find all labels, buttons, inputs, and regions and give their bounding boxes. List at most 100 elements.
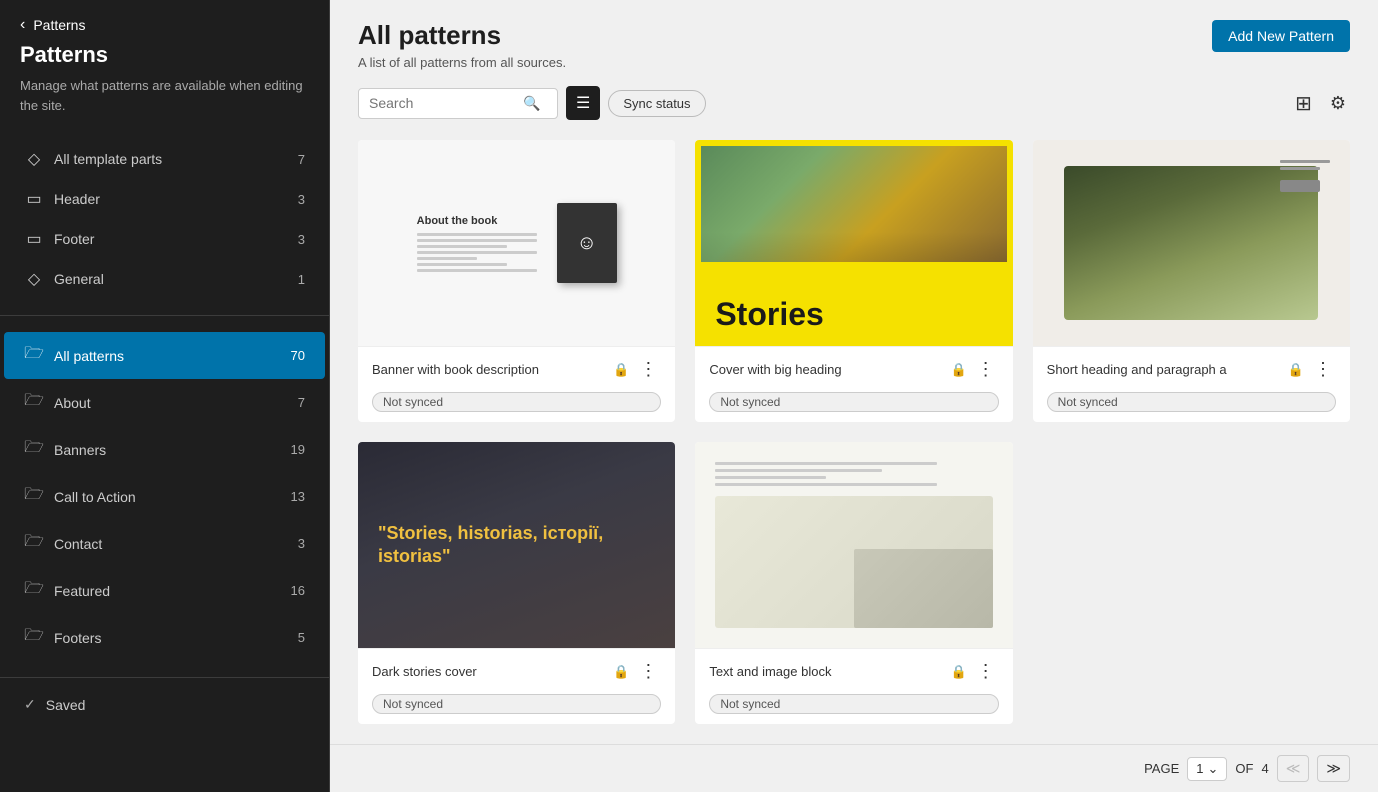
sync-status-badge: Not synced	[372, 694, 661, 714]
page-title: All patterns	[358, 20, 566, 51]
filter-icon: ☰	[576, 95, 590, 112]
preview-inner: About the book ☺	[358, 140, 675, 346]
sidebar-item-featured[interactable]: 🗁 Featured 16	[4, 567, 325, 614]
nav-count: 1	[298, 272, 305, 287]
nav-count: 3	[298, 232, 305, 247]
more-options-button[interactable]: ⋮	[1310, 357, 1336, 382]
dark-stories-preview: "Stories, historias, історії, istorias"	[358, 442, 675, 648]
nav-label: All patterns	[54, 348, 291, 364]
nav-label: Footers	[54, 630, 298, 646]
last-page-button[interactable]: ≫	[1317, 755, 1350, 782]
about-title: About the book	[417, 215, 537, 227]
pattern-footer: Short heading and paragraph a 🔒 ⋮	[1033, 346, 1350, 392]
sidebar-item-about[interactable]: 🗁 About 7	[4, 379, 325, 426]
add-pattern-button[interactable]: Add New Pattern	[1212, 20, 1350, 52]
nav-label: Footer	[54, 231, 298, 247]
page-subtitle: A list of all patterns from all sources.	[358, 55, 566, 70]
pattern-preview: About the book ☺	[358, 140, 675, 346]
grid-view-button[interactable]: ⊞	[1291, 87, 1316, 120]
pattern-name: Text and image block	[709, 664, 944, 679]
line	[1280, 160, 1330, 163]
chevron-down-icon: ⌄	[1207, 761, 1218, 777]
sidebar-item-footer[interactable]: ▭ Footer 3	[4, 219, 325, 259]
folder-icon: 🗁	[24, 436, 44, 463]
pattern-footer: Cover with big heading 🔒 ⋮	[695, 346, 1012, 392]
folder-icon: 🗁	[24, 624, 44, 651]
page-select[interactable]: 1 ⌄	[1187, 757, 1227, 781]
folder-icon: 🗁	[24, 577, 44, 604]
pattern-card: Text and image block 🔒 ⋮ Not synced	[695, 442, 1012, 724]
mini-lines	[715, 462, 992, 486]
preview-book: About the book ☺	[397, 183, 637, 303]
lock-icon: 🔒	[613, 362, 629, 378]
divider	[0, 677, 329, 678]
pattern-name: Short heading and paragraph a	[1047, 362, 1282, 377]
preview-lines	[417, 233, 537, 272]
nav-label: Header	[54, 191, 298, 207]
nav-count: 7	[298, 395, 305, 410]
more-options-button[interactable]: ⋮	[973, 659, 999, 684]
sidebar-item-contact[interactable]: 🗁 Contact 3	[4, 520, 325, 567]
patterns-nav: 🗁 All patterns 70 🗁 About 7 🗁 Banners 19…	[0, 324, 329, 669]
sync-status-badge: Not synced	[372, 392, 661, 412]
nav-count: 5	[298, 630, 305, 645]
lock-icon: 🔒	[613, 664, 629, 680]
sidebar-item-all-template-parts[interactable]: ◇ All template parts 7	[4, 139, 325, 179]
grid-icon: ⊞	[1295, 93, 1312, 115]
sync-status-button[interactable]: Sync status	[608, 90, 705, 117]
sidebar-title: Patterns	[0, 42, 329, 76]
plant-text-overlay	[1280, 160, 1330, 192]
diamond-icon: ◇	[24, 149, 44, 169]
sidebar-item-banners[interactable]: 🗁 Banners 19	[4, 426, 325, 473]
stories-photo	[701, 146, 1006, 262]
line	[417, 245, 507, 248]
sync-status-badge: Not synced	[709, 392, 998, 412]
sidebar-item-saved[interactable]: ✓ Saved	[4, 686, 325, 723]
lock-icon: 🔒	[1288, 362, 1304, 378]
nav-count: 3	[298, 192, 305, 207]
more-options-button[interactable]: ⋮	[973, 357, 999, 382]
line	[417, 239, 537, 242]
folder-icon: 🗁	[24, 483, 44, 510]
line	[417, 251, 537, 254]
lock-icon: 🔒	[950, 362, 966, 378]
back-button[interactable]: ‹ Patterns	[0, 0, 329, 42]
sidebar-item-all-patterns[interactable]: 🗁 All patterns 70	[4, 332, 325, 379]
folder-icon: 🗁	[24, 389, 44, 416]
header-icon: ▭	[24, 189, 44, 209]
sync-status-badge: Not synced	[1047, 392, 1336, 412]
pattern-card: Stories Cover with big heading 🔒 ⋮ Not s…	[695, 140, 1012, 422]
general-icon: ◇	[24, 269, 44, 289]
of-label: OF	[1235, 761, 1253, 776]
sync-status-badge: Not synced	[709, 694, 998, 714]
pattern-name: Banner with book description	[372, 362, 607, 377]
pattern-preview: Stories	[695, 140, 1012, 346]
cta-preview	[1280, 180, 1320, 192]
more-options-button[interactable]: ⋮	[635, 357, 661, 382]
line	[417, 257, 477, 260]
search-box: 🔍	[358, 88, 558, 119]
main-header: All patterns A list of all patterns from…	[330, 0, 1378, 132]
last-preview	[695, 442, 1012, 648]
more-options-button[interactable]: ⋮	[635, 659, 661, 684]
first-page-button[interactable]: ≪	[1277, 755, 1310, 782]
nav-label: About	[54, 395, 298, 411]
settings-button[interactable]: ⚙	[1326, 89, 1350, 118]
line	[715, 462, 937, 465]
line	[715, 483, 937, 486]
back-label: Patterns	[33, 17, 85, 33]
sidebar-item-footers[interactable]: 🗁 Footers 5	[4, 614, 325, 661]
search-icon: 🔍	[523, 95, 540, 112]
sidebar-item-header[interactable]: ▭ Header 3	[4, 179, 325, 219]
line	[715, 476, 826, 479]
nav-label: General	[54, 271, 298, 287]
pattern-footer: Banner with book description 🔒 ⋮	[358, 346, 675, 392]
search-input[interactable]	[369, 95, 519, 111]
filter-button[interactable]: ☰	[566, 86, 600, 120]
nav-label: Featured	[54, 583, 291, 599]
sidebar-item-general[interactable]: ◇ General 1	[4, 259, 325, 299]
line	[417, 233, 537, 236]
plant-preview	[1033, 140, 1350, 346]
sidebar-item-call-to-action[interactable]: 🗁 Call to Action 13	[4, 473, 325, 520]
patterns-grid: About the book ☺	[330, 132, 1378, 744]
